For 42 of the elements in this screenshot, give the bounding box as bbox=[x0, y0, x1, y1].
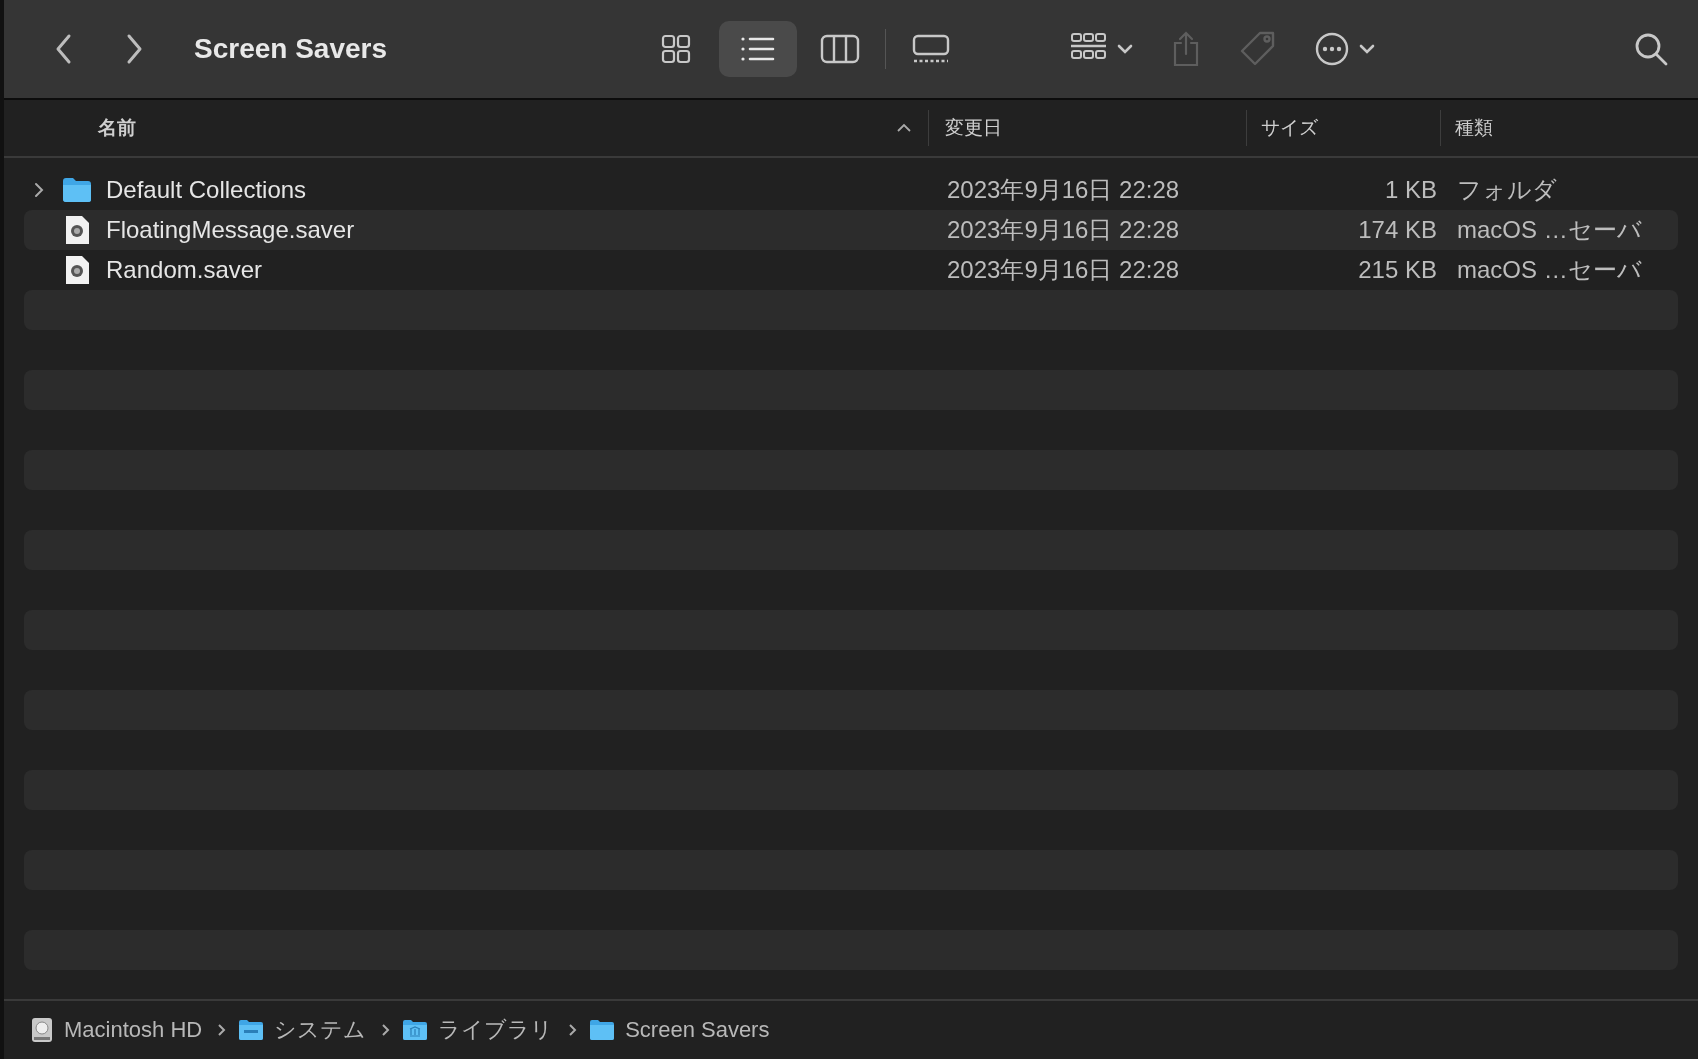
more-icon bbox=[1314, 31, 1350, 67]
file-name: Random.saver bbox=[106, 256, 263, 284]
columns-icon bbox=[820, 34, 860, 64]
modified-date: 2023年9月16日 22:28 bbox=[947, 255, 1180, 285]
list-view-button[interactable] bbox=[719, 21, 797, 77]
folder-icon bbox=[62, 177, 92, 203]
search-icon bbox=[1633, 31, 1669, 67]
folder-icon bbox=[589, 1019, 616, 1041]
disclosure-icon[interactable] bbox=[33, 181, 45, 199]
column-header[interactable]: 名前 bbox=[4, 110, 929, 146]
path-item[interactable]: ライブラリ bbox=[438, 1015, 554, 1045]
grid-icon bbox=[660, 33, 692, 65]
file-name: Default Collections bbox=[106, 176, 307, 204]
folder-icon bbox=[402, 1019, 429, 1041]
list-icon bbox=[740, 35, 776, 63]
window-title: Screen Savers bbox=[194, 33, 388, 65]
modified-date: 2023年9月16日 22:28 bbox=[947, 215, 1180, 245]
file-row[interactable]: Random.saver 2023年9月16日 22:28 215 KB macOS …セーバ bbox=[24, 250, 1678, 290]
file-type: フォルダ bbox=[1457, 175, 1557, 205]
sort-ascending-icon bbox=[896, 123, 912, 133]
file-name: FloatingMessage.saver bbox=[106, 216, 355, 244]
column-header[interactable]: 種類 bbox=[1441, 110, 1698, 146]
column-header[interactable]: サイズ bbox=[1247, 110, 1441, 146]
chevron-down-icon bbox=[1116, 43, 1134, 55]
modified-date: 2023年9月16日 22:28 bbox=[947, 175, 1180, 205]
path-item[interactable]: Screen Savers bbox=[625, 1017, 770, 1043]
file-size: 174 KB bbox=[1358, 216, 1437, 244]
file-row[interactable]: FloatingMessage.saver 2023年9月16日 22:28 174 KB macOS …セーバ bbox=[24, 210, 1678, 250]
file-size: 1 KB bbox=[1384, 176, 1437, 204]
file-type: macOS …セーバ bbox=[1457, 215, 1642, 245]
gallery-icon bbox=[911, 34, 951, 64]
column-header[interactable]: 変更日 bbox=[929, 110, 1247, 146]
folder-icon bbox=[238, 1019, 265, 1041]
chevron-down-icon bbox=[1358, 43, 1376, 55]
path-item[interactable]: Macintosh HD bbox=[64, 1017, 203, 1043]
separator-chevron-icon bbox=[567, 1023, 578, 1037]
path-item[interactable]: システム bbox=[274, 1015, 367, 1045]
file-size: 215 KB bbox=[1358, 256, 1437, 284]
file-row[interactable]: Default Collections 2023年9月16日 22:28 1 KB フォルダ bbox=[24, 170, 1678, 210]
separator-chevron-icon bbox=[380, 1023, 391, 1037]
file-type: macOS …セーバ bbox=[1457, 255, 1642, 285]
separator-chevron-icon bbox=[216, 1023, 227, 1037]
